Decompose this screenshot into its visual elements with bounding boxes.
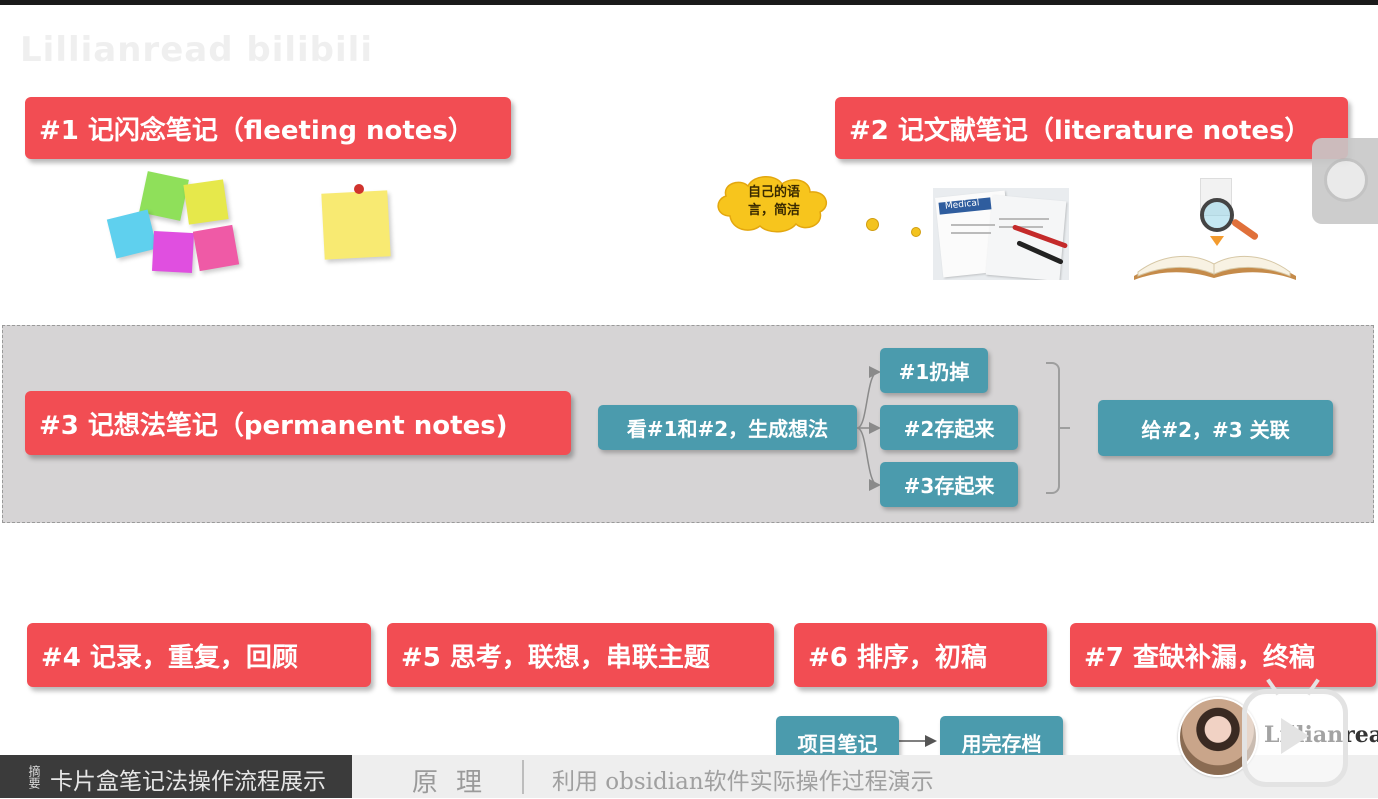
step7-final: #7 查缺补漏，终稿	[1070, 623, 1376, 687]
step7-label: #7 查缺补漏，终稿	[1084, 642, 1315, 673]
chapter-tab-principle[interactable]: 原理	[412, 762, 500, 799]
archive-label: 用完存档	[961, 731, 1042, 756]
project-notes-label: 项目笔记	[797, 731, 878, 756]
chapter-divider	[522, 760, 524, 794]
link-notes-box: 给#2，#3 关联	[1098, 400, 1333, 456]
step5-label: #5 思考，联想，串联主题	[401, 642, 710, 673]
chapter-tab-summary-label: 摘要	[27, 765, 41, 789]
step4-review: #4 记录，重复，回顾	[27, 623, 371, 687]
step5-think: #5 思考，联想，串联主题	[387, 623, 774, 687]
branch-store-permanent-label: #3存起来	[903, 474, 995, 498]
play-tv-icon[interactable]	[1242, 678, 1348, 787]
link-notes-label: 给#2，#3 关联	[1141, 417, 1290, 442]
branch-store-literature-label: #2存起来	[903, 417, 995, 441]
branch-discard: #1扔掉	[880, 348, 988, 393]
chapter-tab-summary[interactable]: 摘要	[0, 757, 41, 797]
branch-store-literature: #2存起来	[880, 405, 1018, 450]
chapter-subtitle[interactable]: 利用 obsidian软件实际操作过程演示	[552, 762, 934, 796]
step6-label: #6 排序，初稿	[808, 642, 987, 673]
chapter-title[interactable]: 卡片盒笔记法操作流程展示	[50, 762, 326, 796]
branch-discard-label: #1扔掉	[898, 360, 970, 384]
branch-bracket	[1046, 362, 1060, 494]
branch-store-permanent: #3存起来	[880, 462, 1018, 507]
step6-draft: #6 排序，初稿	[794, 623, 1047, 687]
step4-label: #4 记录，重复，回顾	[41, 642, 298, 673]
